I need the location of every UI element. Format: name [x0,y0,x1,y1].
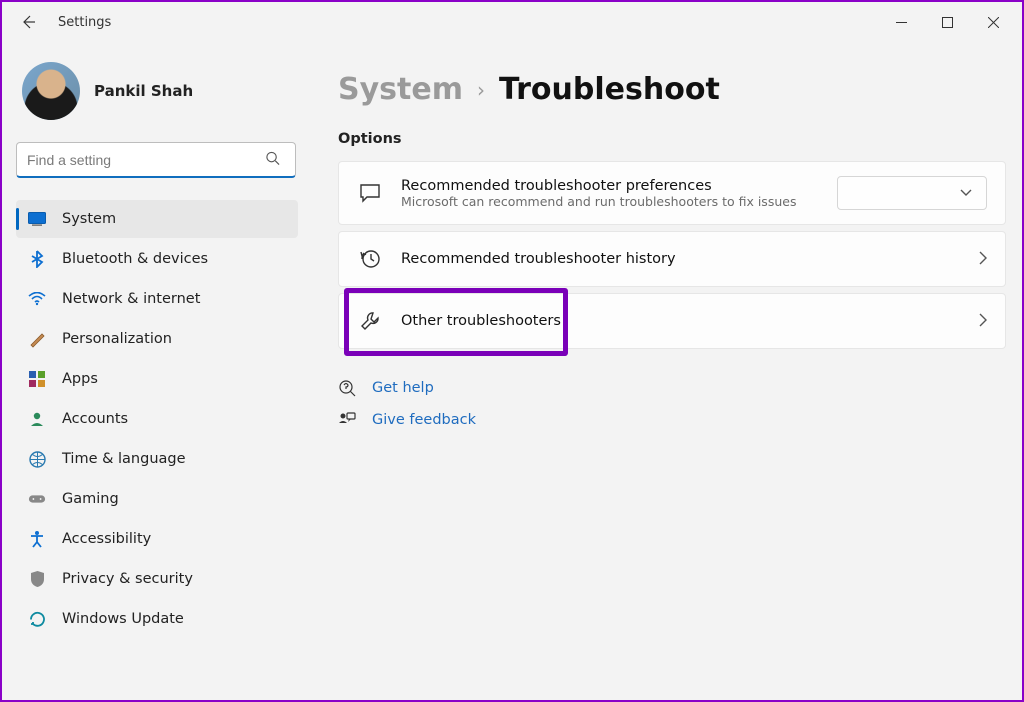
breadcrumb-current: Troubleshoot [499,72,720,107]
nav-list: System Bluetooth & devices Network & int… [16,200,298,638]
wifi-icon [28,290,46,308]
help-icon [338,379,356,397]
user-name: Pankil Shah [94,82,193,100]
sidebar-item-accounts[interactable]: Accounts [16,400,298,438]
sidebar-item-windows-update[interactable]: Windows Update [16,600,298,638]
minimize-icon [896,17,907,28]
system-icon [28,210,46,228]
maximize-icon [942,17,953,28]
accessibility-icon [28,530,46,548]
sidebar-item-label: Privacy & security [62,571,193,587]
sidebar-item-network[interactable]: Network & internet [16,280,298,318]
link-text[interactable]: Give feedback [372,412,476,428]
main-panel: System › Troubleshoot Options Recommende… [312,42,1022,700]
globe-icon [28,450,46,468]
sidebar-item-system[interactable]: System [16,200,298,238]
section-label-options: Options [338,131,1002,147]
chevron-down-icon [960,189,972,197]
sidebar-item-privacy[interactable]: Privacy & security [16,560,298,598]
history-icon [357,246,383,272]
link-text[interactable]: Get help [372,380,434,396]
sidebar-item-time-language[interactable]: Time & language [16,440,298,478]
card-other-troubleshooters[interactable]: Other troubleshooters [338,293,1006,349]
arrow-left-icon [20,14,36,30]
sidebar-item-accessibility[interactable]: Accessibility [16,520,298,558]
sidebar-item-label: Accounts [62,411,128,427]
profile-block[interactable]: Pankil Shah [22,62,294,120]
chevron-right-icon [979,312,987,331]
sidebar-item-label: Gaming [62,491,119,507]
sidebar-item-bluetooth[interactable]: Bluetooth & devices [16,240,298,278]
gamepad-icon [28,490,46,508]
wrench-icon [357,308,383,334]
apps-icon [28,370,46,388]
minimize-button[interactable] [878,6,924,38]
app-title: Settings [58,15,111,30]
maximize-button[interactable] [924,6,970,38]
chat-icon [357,180,383,206]
sidebar: Pankil Shah System Bluetooth & devices N… [2,42,312,700]
card-troubleshooter-preferences[interactable]: Recommended troubleshooter preferences M… [338,161,1006,225]
bluetooth-icon [28,250,46,268]
chevron-right-icon [979,250,987,269]
sidebar-item-label: Accessibility [62,531,151,547]
search-icon [265,151,280,170]
avatar [22,62,80,120]
back-button[interactable] [18,12,38,32]
card-title: Recommended troubleshooter preferences [401,178,796,194]
breadcrumb: System › Troubleshoot [338,72,1002,107]
breadcrumb-parent[interactable]: System [338,72,463,107]
close-button[interactable] [970,6,1016,38]
sidebar-item-label: Apps [62,371,98,387]
chevron-right-icon: › [477,78,485,102]
sidebar-item-label: Personalization [62,331,172,347]
give-feedback-link[interactable]: Give feedback [338,411,1002,429]
update-icon [28,610,46,628]
sidebar-item-label: System [62,211,116,227]
paintbrush-icon [28,330,46,348]
sidebar-item-apps[interactable]: Apps [16,360,298,398]
sidebar-item-label: Time & language [62,451,186,467]
sidebar-item-gaming[interactable]: Gaming [16,480,298,518]
card-troubleshooter-history[interactable]: Recommended troubleshooter history [338,231,1006,287]
search-input[interactable] [16,142,296,178]
titlebar: Settings [2,2,1022,42]
sidebar-item-label: Bluetooth & devices [62,251,208,267]
sidebar-item-personalization[interactable]: Personalization [16,320,298,358]
shield-icon [28,570,46,588]
get-help-link[interactable]: Get help [338,379,1002,397]
feedback-icon [338,411,356,429]
person-icon [28,410,46,428]
card-subtitle: Microsoft can recommend and run troubles… [401,194,796,209]
close-icon [988,17,999,28]
sidebar-item-label: Network & internet [62,291,200,307]
card-title: Other troubleshooters [401,313,561,329]
preferences-dropdown[interactable] [837,176,987,210]
sidebar-item-label: Windows Update [62,611,184,627]
card-title: Recommended troubleshooter history [401,251,676,267]
